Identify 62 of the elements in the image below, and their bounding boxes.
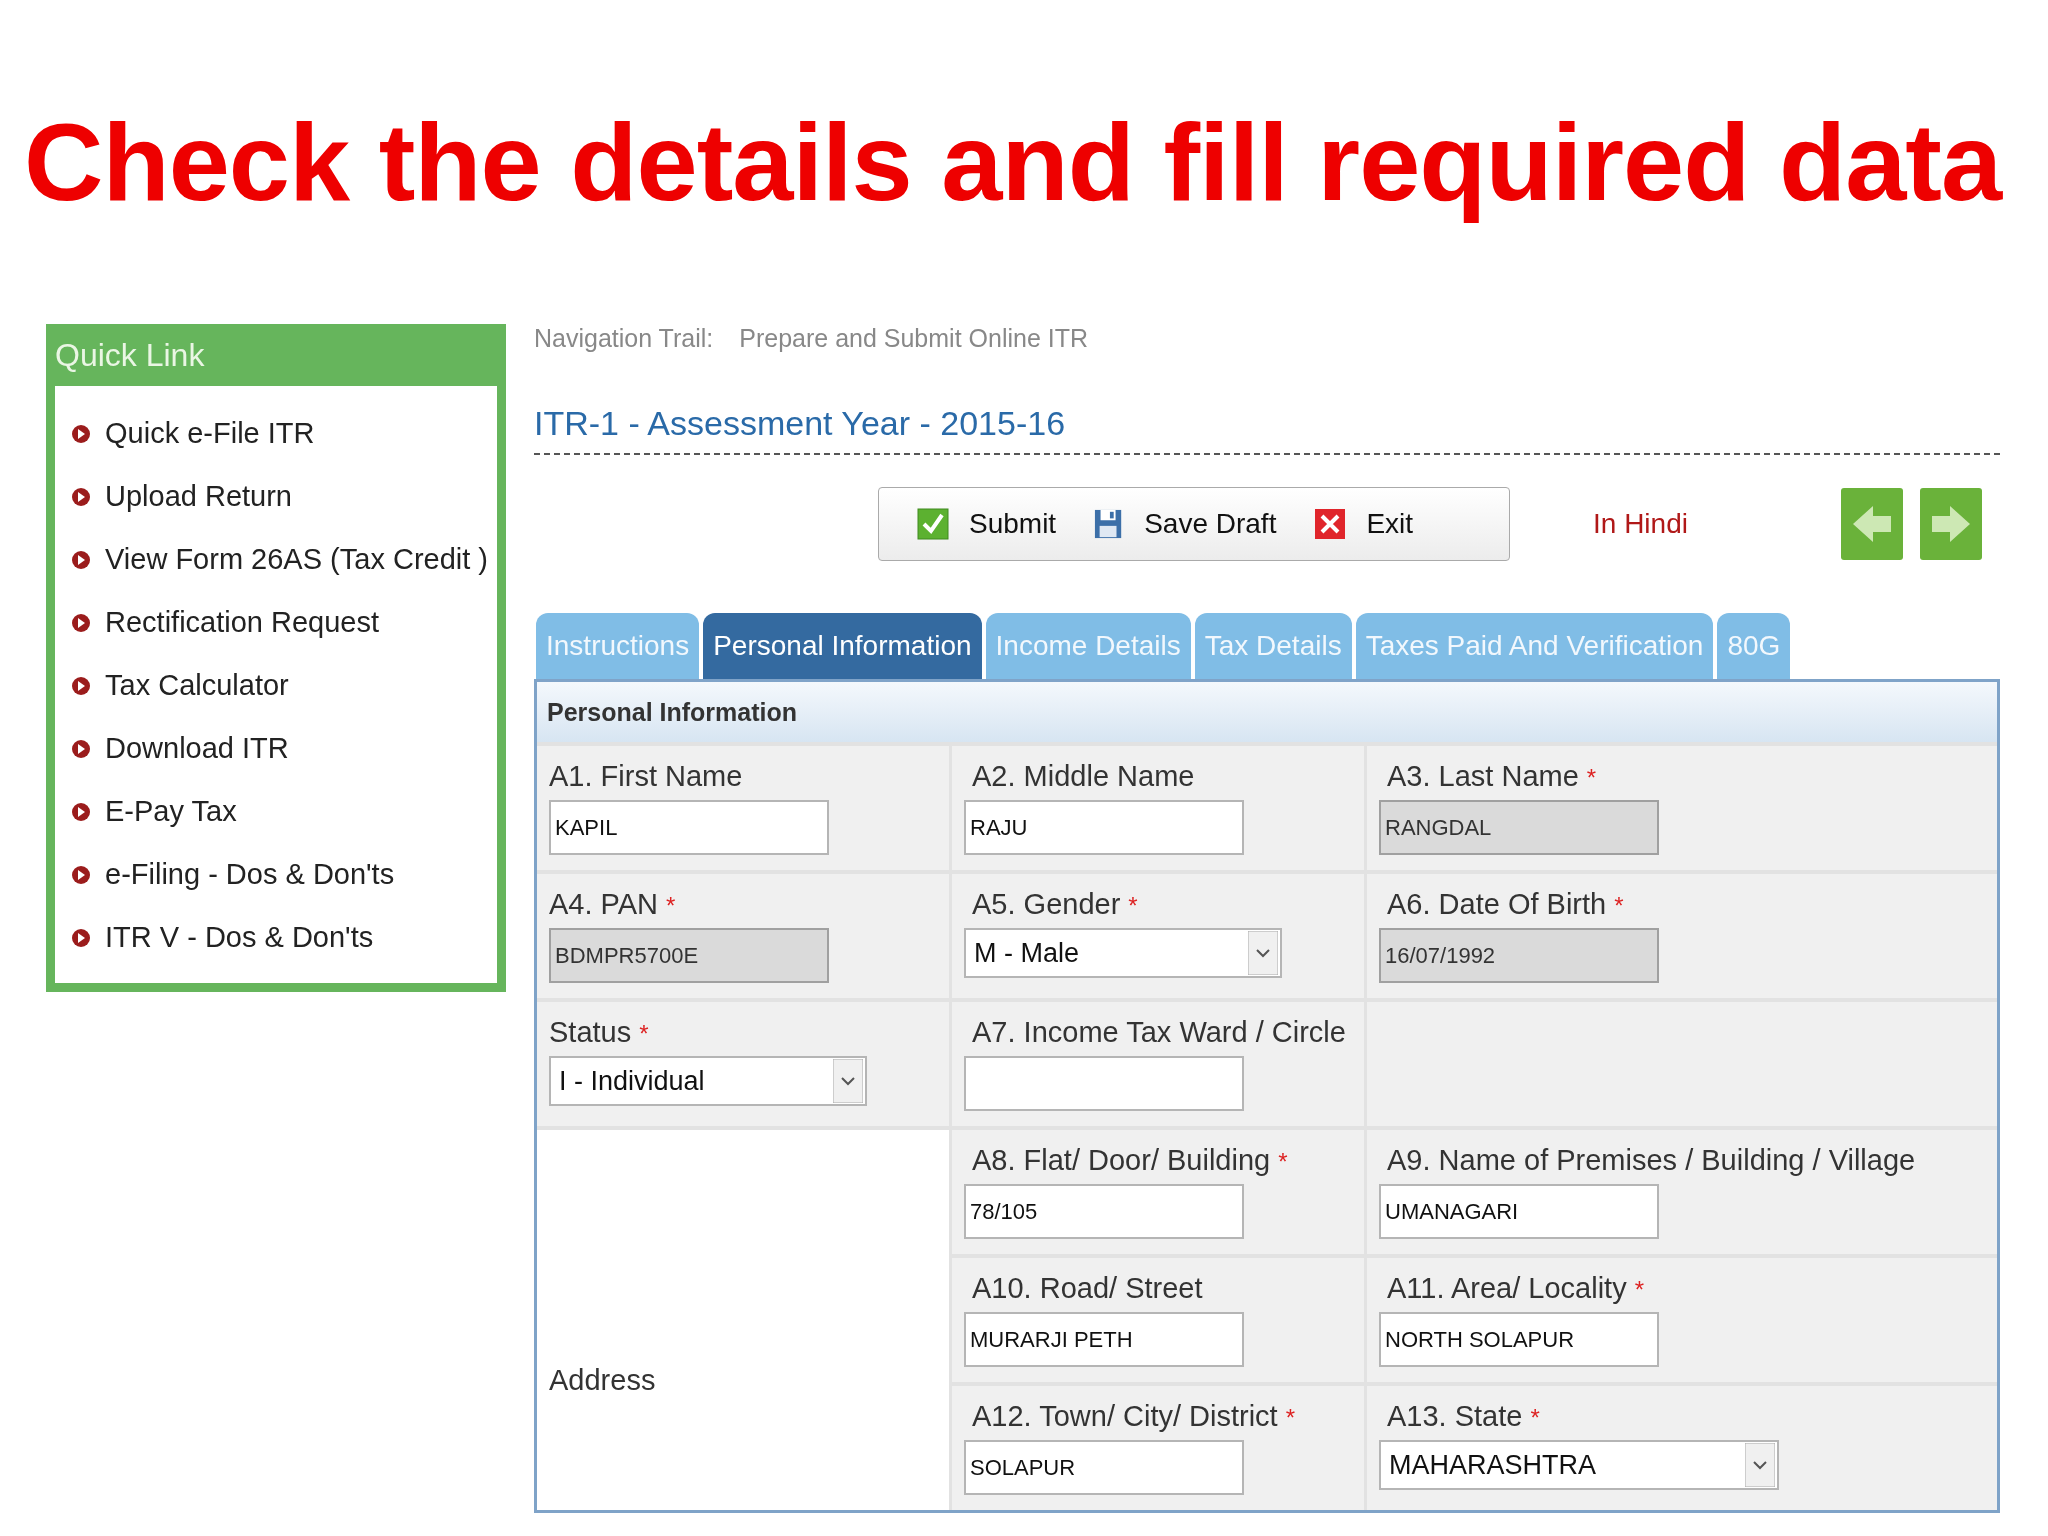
required-mark: *: [1586, 764, 1597, 791]
input-field[interactable]: [964, 1056, 1244, 1111]
back-arrow-button[interactable]: [1841, 488, 1903, 560]
quick-link[interactable]: ITR V - Dos & Don'ts: [105, 921, 374, 954]
toolbar-button[interactable]: Save Draft: [1086, 508, 1285, 540]
field-label: A6. Date Of Birth *: [1386, 888, 1625, 922]
field-label: A3. Last Name *: [1386, 760, 1598, 794]
field-label: A12. Town/ City/ District *: [971, 1400, 1296, 1434]
input-field[interactable]: KAPIL: [549, 800, 829, 855]
form-title: ITR-1 - Assessment Year - 2015-16: [534, 404, 2000, 455]
field-label: A1. First Name: [549, 760, 744, 794]
toolbar-button[interactable]: Submit: [909, 508, 1065, 540]
field-label: A11. Area/ Locality *: [1386, 1272, 1645, 1306]
section-title: Personal Information: [537, 682, 1997, 742]
forward-arrow-button[interactable]: [1920, 488, 1982, 560]
field-label: A7. Income Tax Ward / Circle: [971, 1016, 1347, 1050]
quick-link[interactable]: E-Pay Tax: [105, 795, 237, 828]
dropdown[interactable]: M - Male: [964, 928, 1282, 978]
input-field[interactable]: SOLAPUR: [964, 1440, 1244, 1495]
quick-link[interactable]: Rectification Request: [105, 606, 380, 639]
field-label: A9. Name of Premises / Building / Village: [1386, 1144, 1917, 1178]
caret-icon: [833, 1059, 863, 1103]
address-label: Address: [549, 1363, 656, 1397]
field-label: A13. State *: [1386, 1400, 1541, 1434]
quick-link[interactable]: e-Filing - Dos & Don'ts: [105, 858, 395, 891]
field-label: A5. Gender *: [971, 888, 1139, 922]
field-label: A10. Road/ Street: [971, 1272, 1204, 1306]
required-mark: *: [1285, 1404, 1295, 1431]
required-mark: *: [1634, 1276, 1644, 1303]
required-mark: *: [1128, 892, 1138, 919]
input-field[interactable]: UMANAGARI: [1379, 1184, 1659, 1239]
quick-link[interactable]: View Form 26AS (Tax Credit ): [105, 543, 489, 576]
required-mark: *: [639, 1020, 649, 1047]
field-label: A8. Flat/ Door/ Building *: [971, 1144, 1289, 1178]
slide-title: Check the details and fill required data: [23, 99, 2004, 225]
quick-link[interactable]: Tax Calculator: [105, 669, 289, 702]
input-field[interactable]: 78/105: [964, 1184, 1244, 1239]
required-mark: *: [1614, 892, 1624, 919]
panel-title: Quick Link: [55, 336, 206, 375]
dropdown[interactable]: MAHARASHTRA: [1379, 1440, 1779, 1490]
quick-link[interactable]: Quick e-File ITR: [105, 417, 315, 450]
tab[interactable]: Personal Information: [703, 613, 982, 679]
close-icon: [1314, 508, 1347, 540]
input-field[interactable]: MURARJI PETH: [964, 1312, 1244, 1367]
field-label: Status *: [549, 1016, 650, 1050]
quick-link[interactable]: Download ITR: [105, 732, 289, 765]
toolbar-button[interactable]: Exit: [1306, 508, 1422, 540]
trail-label: Navigation Trail:: [534, 324, 714, 354]
language-link[interactable]: In Hindi: [1593, 508, 1688, 540]
caret-icon: [1248, 931, 1278, 975]
dropdown[interactable]: I - Individual: [549, 1056, 867, 1106]
input-field[interactable]: RAJU: [964, 800, 1244, 855]
required-mark: *: [1278, 1148, 1288, 1175]
check-icon: [917, 508, 949, 540]
caret-icon: [1745, 1443, 1775, 1487]
quick-link[interactable]: Upload Return: [105, 480, 292, 513]
trail-link[interactable]: Prepare and Submit Online ITR: [739, 324, 1089, 360]
field-label: A2. Middle Name: [971, 760, 1196, 794]
required-mark: *: [1530, 1404, 1540, 1431]
input-field[interactable]: NORTH SOLAPUR: [1379, 1312, 1659, 1367]
required-mark: *: [666, 892, 676, 919]
field-label: A4. PAN *: [549, 888, 677, 922]
